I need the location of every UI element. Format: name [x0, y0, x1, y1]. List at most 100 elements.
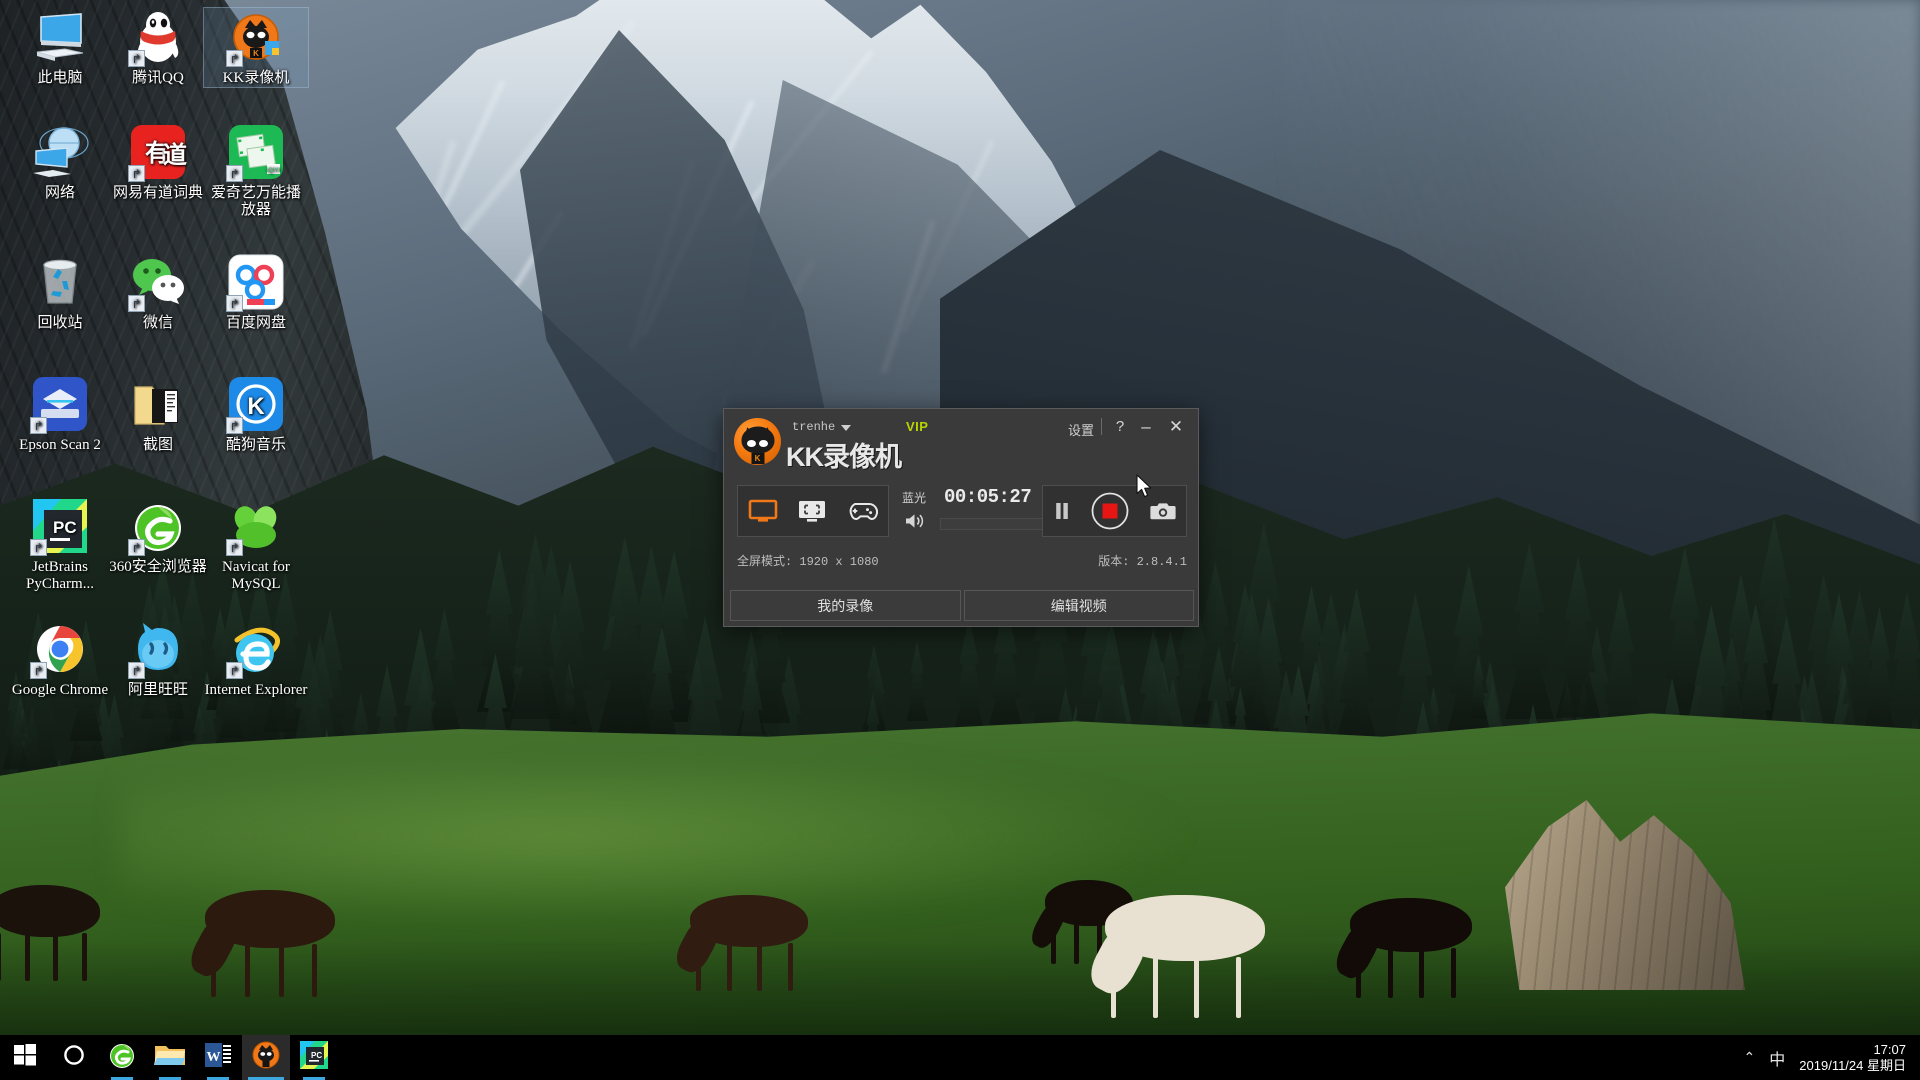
my-recordings-button[interactable]: 我的录像: [730, 590, 961, 621]
game-mode-button[interactable]: [846, 500, 879, 522]
quality-label[interactable]: 蓝光: [902, 489, 926, 506]
kk-titlebar[interactable]: K trenhe VIP KK录像机 设置 ? – ✕: [724, 409, 1198, 481]
horse: [1083, 895, 1265, 1021]
speaker-icon[interactable]: [904, 512, 926, 535]
shortcut-arrow-icon: ↱: [30, 417, 47, 434]
iqiyi-player-icon: iQIYI ↱: [226, 123, 285, 182]
desktop-icon-label: 回收站: [37, 315, 83, 331]
desktop-icon-wechat[interactable]: ↱ 微信: [106, 253, 210, 332]
user-avatar[interactable]: K: [734, 418, 781, 465]
desktop-icon-iqiyi-player[interactable]: iQIYI ↱ 爱奇艺万能播放器: [204, 123, 308, 219]
vip-badge[interactable]: VIP: [906, 419, 928, 434]
version-label: 版本: 2.8.4.1: [1098, 555, 1187, 569]
username-label[interactable]: trenhe: [792, 420, 835, 434]
shortcut-arrow-icon: ↱: [226, 539, 243, 556]
kk-recorder-icon: [251, 1040, 281, 1075]
taskbar-360-browser[interactable]: [98, 1035, 146, 1080]
settings-button[interactable]: 设置: [1068, 420, 1094, 439]
desktop-icon-aliwangwang[interactable]: ↱ 阿里旺旺: [106, 620, 210, 699]
edit-video-button[interactable]: 编辑视频: [963, 590, 1194, 621]
help-button[interactable]: ?: [1108, 417, 1132, 437]
desktop-icon-recycle-bin[interactable]: 回收站: [8, 253, 112, 332]
desktop-icon-pycharm[interactable]: PC ↱ JetBrains PyCharm...: [8, 497, 112, 593]
clock-time: 17:07: [1873, 1041, 1906, 1057]
chevron-down-icon[interactable]: [841, 425, 851, 431]
shortcut-arrow-icon: ↱: [30, 539, 47, 556]
avatar-k-badge: K: [751, 453, 764, 464]
fullscreen-mode-button[interactable]: [748, 499, 778, 523]
horse: [670, 895, 808, 1007]
desktop-icon-this-pc[interactable]: 此电脑: [8, 8, 112, 87]
desktop-icon-kk-recorder[interactable]: K ↱ KK录像机: [203, 7, 309, 88]
desktop-icon-screenshot-folder[interactable]: 截图: [106, 375, 210, 454]
desktop-icon-label: 截图: [142, 437, 173, 453]
shortcut-arrow-icon: ↱: [128, 539, 145, 556]
system-tray: ⌃ 中 17:07 2019/11/24 星期日: [1744, 1035, 1920, 1080]
desktop-icon-label: 爱奇艺万能播放器: [210, 185, 301, 218]
shortcut-arrow-icon: ↱: [226, 662, 243, 679]
svg-text:iQIYI: iQIYI: [267, 168, 281, 174]
titlebar-divider: [1101, 418, 1102, 435]
clock-date: 2019/11/24 星期日: [1799, 1057, 1906, 1073]
wechat-icon: ↱: [128, 253, 187, 312]
stop-record-button[interactable]: [1090, 491, 1130, 531]
desktop-icon-label: Navicat for MySQL: [222, 559, 290, 592]
taskbar-kk-recorder[interactable]: [242, 1035, 290, 1080]
region-select-mode-button[interactable]: [797, 499, 827, 523]
pycharm-icon: PC ↱: [30, 497, 89, 556]
desktop-icon-label: Epson Scan 2: [19, 437, 101, 453]
kk-status-bar: 全屏模式: 1920 x 1080 版本: 2.8.4.1: [724, 549, 1200, 575]
youdao-dict-icon: 有 道 ↱: [128, 123, 187, 182]
desktop-icon-baidu-netdisk[interactable]: ↱ 百度网盘: [204, 253, 308, 332]
close-button[interactable]: ✕: [1164, 417, 1188, 437]
desktop-icon-label: 此电脑: [37, 70, 83, 86]
desktop-icon-label: 百度网盘: [225, 315, 286, 331]
cortana-button[interactable]: [50, 1035, 98, 1080]
record-controls-group: [1042, 485, 1187, 537]
desktop-icon-label: 微信: [142, 315, 173, 331]
shortcut-arrow-icon: ↱: [128, 165, 145, 182]
desktop-icon-network[interactable]: 网络: [8, 123, 112, 202]
kk-recorder-window[interactable]: K trenhe VIP KK录像机 设置 ? – ✕ 蓝光 00:05:27 …: [723, 408, 1199, 627]
tencent-qq-icon: ↱: [128, 8, 187, 67]
navicat-icon: ↱: [226, 497, 285, 556]
start-button[interactable]: [0, 1035, 50, 1080]
baidu-netdisk-icon: ↱: [226, 253, 285, 312]
file-explorer-icon: [154, 1042, 186, 1073]
volume-meter[interactable]: [940, 518, 1050, 530]
clock[interactable]: 17:07 2019/11/24 星期日: [1799, 1042, 1906, 1074]
recording-status-group: 蓝光 00:05:27: [902, 485, 1050, 537]
minimize-button[interactable]: –: [1134, 417, 1158, 437]
screenshot-button[interactable]: [1150, 500, 1176, 522]
desktop-icon-internet-explorer[interactable]: ↱ Internet Explorer: [204, 620, 308, 699]
desktop-icon-label: 酷狗音乐: [225, 437, 286, 453]
taskbar[interactable]: W PC ⌃ 中 17:07 2019/11/24 星期日: [0, 1035, 1920, 1080]
this-pc-icon: [31, 8, 89, 66]
browser-360-icon: ↱: [128, 497, 187, 556]
shortcut-arrow-icon: ↱: [30, 662, 47, 679]
desktop-icon-youdao-dict[interactable]: 有 道 ↱ 网易有道词典: [106, 123, 210, 202]
ime-indicator[interactable]: 中: [1769, 1046, 1785, 1070]
taskbar-word[interactable]: W: [194, 1035, 242, 1080]
desktop-icon-epson-scan[interactable]: ↱ Epson Scan 2: [8, 375, 112, 454]
avatar-eye-left: [747, 440, 756, 447]
shortcut-arrow-icon: ↱: [128, 295, 145, 312]
desktop-icon-chrome[interactable]: ↱ Google Chrome: [8, 620, 112, 699]
desktop-icon-label: Internet Explorer: [204, 682, 308, 698]
show-hidden-icons-button[interactable]: ⌃: [1744, 1049, 1756, 1066]
desktop-icon-tencent-qq[interactable]: ↱ 腾讯QQ: [106, 8, 210, 87]
shortcut-arrow-icon: ↱: [226, 50, 243, 67]
svg-text:K: K: [247, 393, 265, 420]
desktop-icon-browser-360[interactable]: ↱ 360安全浏览器: [106, 497, 210, 576]
avatar-head: [741, 426, 774, 454]
taskbar-file-explorer[interactable]: [146, 1035, 194, 1080]
desktop-icon-navicat[interactable]: ↱ Navicat for MySQL: [204, 497, 308, 593]
network-icon: [31, 123, 89, 181]
svg-text:W: W: [207, 1050, 221, 1065]
pause-button[interactable]: [1053, 500, 1071, 522]
desktop-icon-grid: 此电脑 ↱ 腾讯QQ K ↱ KK录像机 网络 有 道 ↱ 网易有道词典 iQI…: [0, 0, 330, 1035]
desktop-icon-kugou-music[interactable]: K ↱ 酷狗音乐: [204, 375, 308, 454]
desktop-icon-label: 腾讯QQ: [132, 70, 184, 86]
svg-text:K: K: [253, 49, 259, 58]
taskbar-pycharm[interactable]: PC: [290, 1035, 338, 1080]
